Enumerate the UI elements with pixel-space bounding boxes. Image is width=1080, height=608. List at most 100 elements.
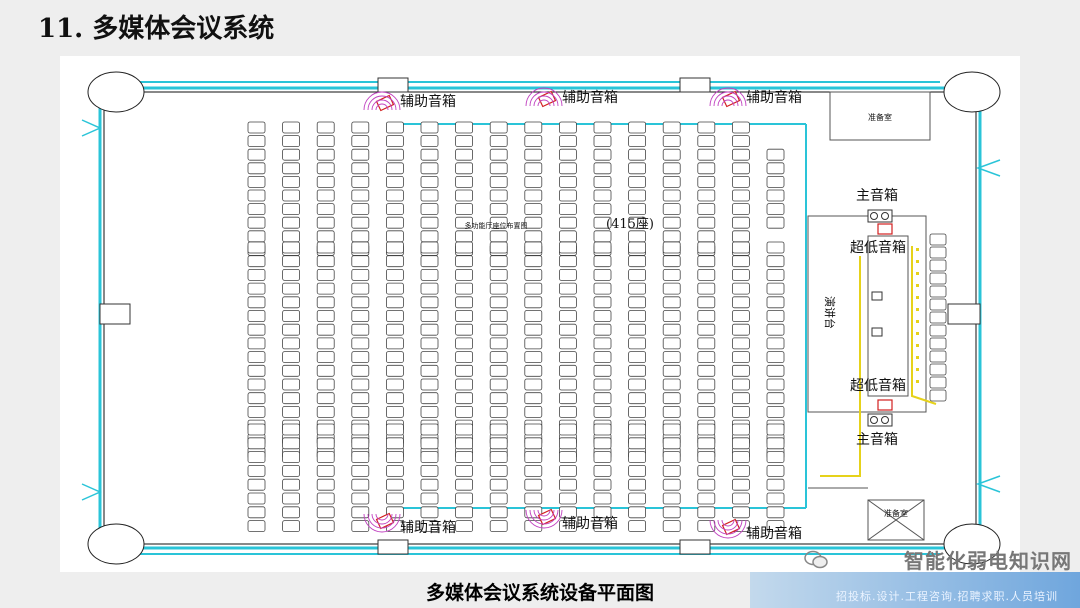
seat bbox=[247, 296, 266, 309]
seat bbox=[489, 176, 508, 188]
seat bbox=[766, 378, 785, 391]
prep-room-bottom-label: 准备室 bbox=[884, 508, 908, 518]
seat bbox=[489, 337, 508, 350]
seat bbox=[282, 121, 301, 134]
seat bbox=[929, 259, 947, 272]
seat bbox=[455, 241, 474, 254]
seat bbox=[420, 268, 439, 281]
seat bbox=[247, 310, 266, 322]
seat bbox=[628, 323, 646, 336]
aux-speaker-label: 辅助音箱 bbox=[400, 93, 456, 110]
seat bbox=[455, 464, 474, 477]
aux-speaker: 辅助音箱 bbox=[363, 512, 456, 536]
seat bbox=[697, 189, 716, 202]
seat bbox=[524, 323, 543, 336]
seat bbox=[455, 478, 474, 491]
seat bbox=[489, 296, 508, 309]
seat bbox=[628, 268, 646, 281]
subwoofer-label-bottom: 超低音箱 bbox=[850, 377, 906, 394]
seat bbox=[593, 148, 612, 161]
seat bbox=[662, 310, 681, 322]
seat bbox=[524, 241, 543, 254]
seat bbox=[455, 337, 474, 350]
seat bbox=[247, 506, 266, 519]
seat bbox=[351, 241, 370, 254]
seat bbox=[524, 230, 543, 243]
seat bbox=[247, 176, 266, 188]
seat bbox=[524, 451, 543, 464]
seat bbox=[929, 285, 947, 298]
seat bbox=[732, 405, 750, 418]
seat bbox=[524, 189, 543, 202]
seat bbox=[455, 148, 474, 161]
seat bbox=[489, 282, 508, 295]
seat bbox=[593, 492, 612, 505]
seat bbox=[766, 506, 785, 519]
seat bbox=[455, 423, 474, 436]
seat bbox=[524, 255, 543, 268]
seat bbox=[732, 323, 750, 336]
seat bbox=[282, 255, 301, 268]
seat bbox=[351, 121, 370, 134]
seat bbox=[420, 392, 439, 405]
seat bbox=[628, 378, 646, 391]
seat bbox=[628, 310, 646, 322]
cable-point bbox=[916, 332, 919, 335]
seat bbox=[662, 282, 681, 295]
seat bbox=[455, 310, 474, 322]
seat bbox=[282, 296, 301, 309]
seat bbox=[697, 464, 716, 477]
podium-outlet-icon bbox=[871, 327, 883, 337]
seat bbox=[524, 392, 543, 405]
seat bbox=[524, 310, 543, 322]
seat bbox=[247, 323, 266, 336]
seat bbox=[385, 148, 404, 161]
seat bbox=[593, 176, 612, 188]
seat bbox=[455, 282, 474, 295]
seat bbox=[316, 323, 335, 336]
seat bbox=[628, 189, 646, 202]
seat bbox=[282, 135, 301, 147]
seat bbox=[524, 121, 543, 134]
seat bbox=[385, 337, 404, 350]
seat bbox=[282, 506, 301, 519]
seat bbox=[316, 310, 335, 322]
seat bbox=[766, 405, 785, 418]
seat bbox=[697, 323, 716, 336]
seat bbox=[247, 437, 266, 450]
seat bbox=[385, 464, 404, 477]
seat bbox=[455, 392, 474, 405]
seat bbox=[732, 506, 750, 519]
seat bbox=[662, 176, 681, 188]
seat bbox=[316, 378, 335, 391]
seat bbox=[697, 451, 716, 464]
seat bbox=[558, 135, 577, 147]
seat bbox=[662, 437, 681, 450]
seat bbox=[732, 189, 750, 202]
seat bbox=[489, 364, 508, 377]
seat bbox=[558, 176, 577, 188]
seat bbox=[420, 230, 439, 243]
aux-speaker: 辅助音箱 bbox=[709, 518, 802, 542]
seat bbox=[489, 464, 508, 477]
wechat-icon bbox=[804, 550, 828, 569]
seat bbox=[732, 203, 750, 216]
seat bbox=[766, 478, 785, 491]
seat bbox=[929, 272, 947, 285]
seat bbox=[766, 392, 785, 405]
seat bbox=[316, 351, 335, 364]
seat bbox=[385, 282, 404, 295]
seat bbox=[385, 296, 404, 309]
seat bbox=[316, 506, 335, 519]
seat bbox=[766, 296, 785, 309]
seat bbox=[282, 423, 301, 436]
seat bbox=[524, 478, 543, 491]
cable-point bbox=[916, 380, 919, 383]
seat bbox=[316, 423, 335, 436]
seat bbox=[732, 216, 750, 229]
seat bbox=[316, 282, 335, 295]
seat bbox=[455, 364, 474, 377]
seat bbox=[697, 255, 716, 268]
seat bbox=[351, 148, 370, 161]
seat bbox=[455, 268, 474, 281]
